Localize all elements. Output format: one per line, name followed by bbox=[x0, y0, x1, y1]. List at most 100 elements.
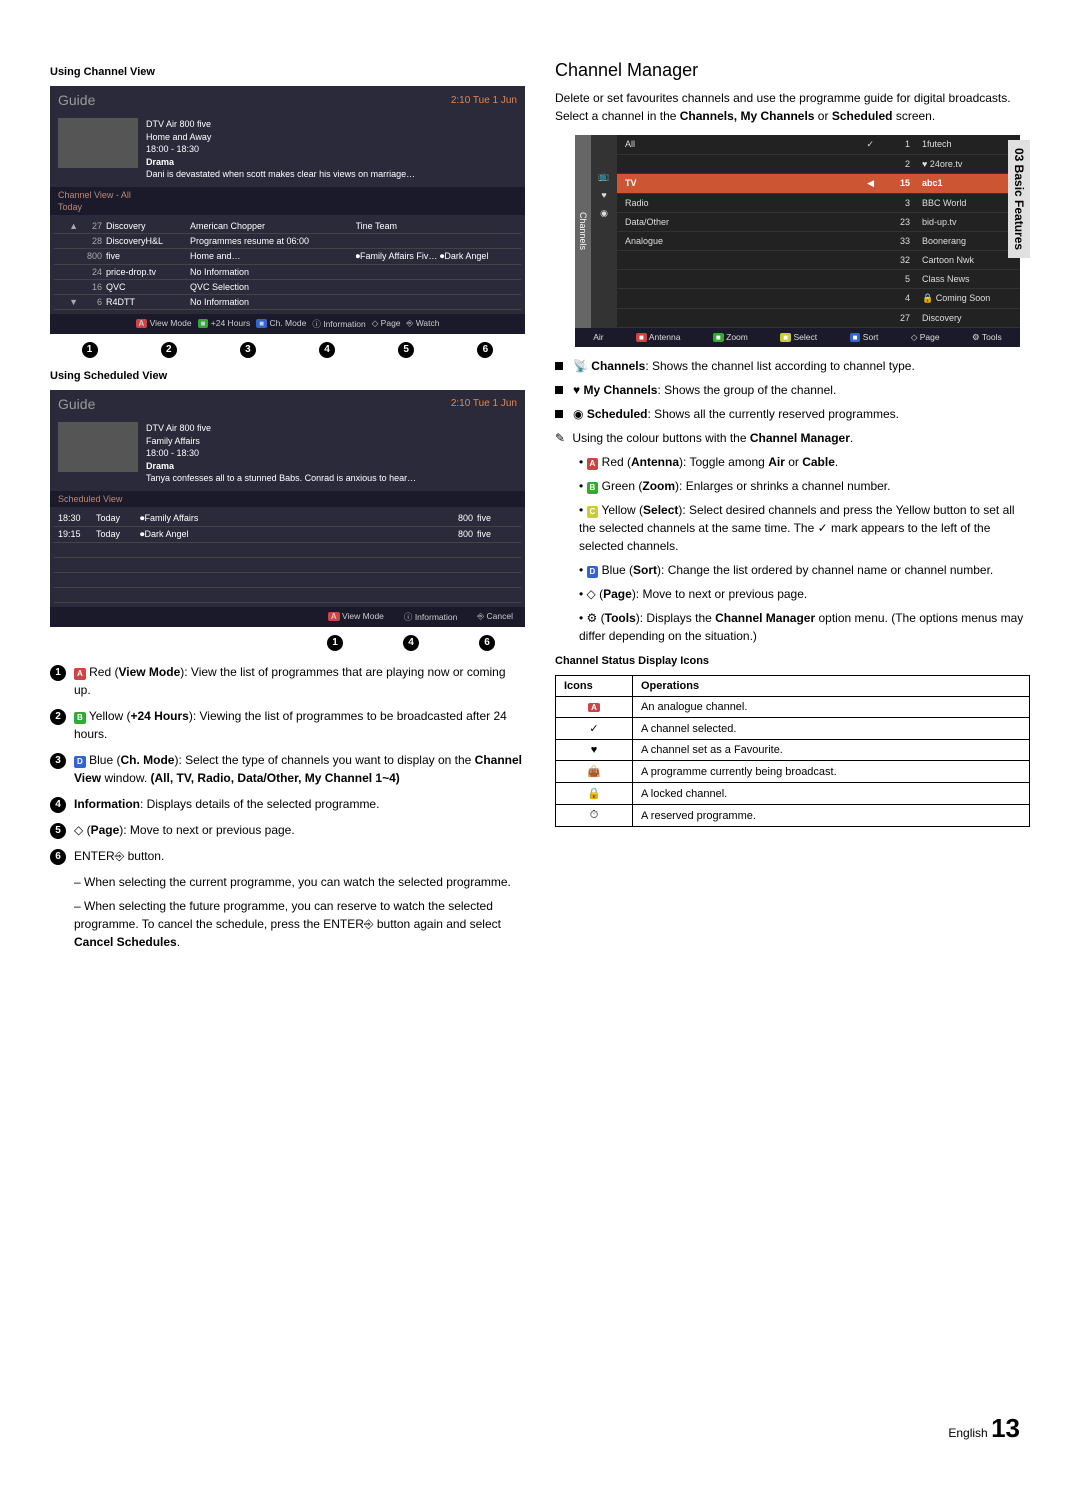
desc-6-sub1: – When selecting the current programme, … bbox=[74, 873, 525, 891]
tools-icon: ⚙ bbox=[972, 332, 980, 342]
sched-row[interactable]: 19:15Today⏺Dark Angel800five bbox=[54, 527, 521, 543]
callout-6: 6 bbox=[477, 342, 493, 358]
heart-icon: ♥ bbox=[556, 740, 633, 761]
bullet-mychannels: ♥ My Channels: Shows the group of the ch… bbox=[555, 381, 1030, 399]
desc-6: 6 ENTER⎆ button. bbox=[50, 847, 525, 865]
preview-info: DTV Air 800 five Family Affairs 18:00 - … bbox=[146, 422, 416, 485]
cm-row[interactable]: 2♥ 24ore.tv bbox=[617, 155, 1020, 174]
cb-tools: ⚙ (Tools): Displays the Channel Manager … bbox=[579, 609, 1030, 645]
callout-4: 4 bbox=[319, 342, 335, 358]
intro-text: Delete or set favourites channels and us… bbox=[555, 89, 1030, 125]
desc-3: 3 D Blue (Ch. Mode): Select the type of … bbox=[50, 751, 525, 787]
enter-icon: ⎆ bbox=[115, 849, 125, 863]
callout-row: 1 2 3 4 5 6 bbox=[50, 342, 525, 358]
cm-row[interactable]: 5Class News bbox=[617, 270, 1020, 289]
sched-row[interactable]: 18:30Today⏺Family Affairs800five bbox=[54, 511, 521, 527]
red-btn-icon: A bbox=[328, 612, 340, 621]
green-btn-icon: B bbox=[587, 482, 599, 494]
channel-grid: ▲27DiscoveryAmerican ChopperTine Team 28… bbox=[50, 215, 525, 314]
cm-sidebar-label: Channels bbox=[575, 135, 591, 328]
cm-row[interactable]: 27Discovery bbox=[617, 309, 1020, 328]
broadcast-icon: 👜 bbox=[556, 761, 633, 783]
yellow-btn-icon: ■ bbox=[780, 333, 791, 342]
side-tab: 03 Basic Features bbox=[1008, 140, 1030, 258]
tools-icon: ⚙ bbox=[587, 611, 598, 625]
note-line: Using the colour buttons with the Channe… bbox=[555, 429, 1030, 447]
red-btn-icon: A bbox=[136, 319, 148, 328]
table-row: ✓A channel selected. bbox=[556, 718, 1030, 740]
table-row: AAn analogue channel. bbox=[556, 697, 1030, 718]
sched-row-empty bbox=[54, 558, 521, 573]
channel-row[interactable]: 16QVCQVC Selection bbox=[54, 280, 521, 295]
cm-row[interactable]: Radio3BBC World bbox=[617, 194, 1020, 213]
green-btn-icon: ■ bbox=[198, 319, 209, 328]
preview-line: 18:00 - 18:30 bbox=[146, 447, 416, 460]
preview-line: Family Affairs bbox=[146, 435, 416, 448]
table-row: ⏱A reserved programme. bbox=[556, 805, 1030, 827]
page-icon: ◇ bbox=[372, 318, 379, 328]
callout-6: 6 bbox=[479, 635, 495, 651]
cm-row[interactable]: 32Cartoon Nwk bbox=[617, 251, 1020, 270]
callout-4: 4 bbox=[403, 635, 419, 651]
color-bullets: A Red (Antenna): Toggle among Air or Cab… bbox=[579, 453, 1030, 645]
cb-page: ◇ (Page): Move to next or previous page. bbox=[579, 585, 1030, 603]
guide-title: Guide bbox=[58, 396, 95, 412]
channel-row[interactable]: 800fiveHome and…⏺Family Affairs Fiv… ⏺Da… bbox=[54, 249, 521, 265]
channel-row[interactable]: ▲27DiscoveryAmerican ChopperTine Team bbox=[54, 219, 521, 234]
heading-channel-view: Using Channel View bbox=[50, 66, 525, 78]
left-column: Using Channel View Guide 2:10 Tue 1 Jun … bbox=[50, 60, 525, 957]
page-icon: ◇ bbox=[74, 823, 83, 837]
heart-icon: ♥ bbox=[573, 383, 580, 397]
callout-3: 3 bbox=[240, 342, 256, 358]
cm-row-selected[interactable]: TV◀15abc1 bbox=[617, 174, 1020, 194]
cm-row[interactable]: 4🔒 Coming Soon bbox=[617, 289, 1020, 309]
channel-row[interactable]: 24price-drop.tvNo Information bbox=[54, 265, 521, 280]
callout-1: 1 bbox=[327, 635, 343, 651]
info-icon: ⓘ bbox=[404, 612, 413, 622]
lock-icon: 🔒 bbox=[556, 783, 633, 805]
guide-time: 2:10 Tue 1 Jun bbox=[451, 95, 517, 106]
clock-icon: ◉ bbox=[573, 407, 583, 421]
desc-6-sub2: – When selecting the future programme, y… bbox=[74, 897, 525, 951]
analogue-icon: A bbox=[588, 703, 600, 712]
preview-line: Drama bbox=[146, 460, 416, 473]
page-number: English 13 bbox=[948, 1413, 1020, 1444]
blue-btn-icon: ■ bbox=[850, 333, 861, 342]
preview-thumb bbox=[58, 118, 138, 168]
channels-icon: 📡 bbox=[573, 359, 588, 373]
channel-row[interactable]: ▼6R4DTTNo Information bbox=[54, 295, 521, 310]
title-channel-manager: Channel Manager bbox=[555, 60, 1030, 81]
preview-info: DTV Air 800 five Home and Away 18:00 - 1… bbox=[146, 118, 415, 181]
preview-line: DTV Air 800 five bbox=[146, 118, 415, 131]
guide-channel-view: Guide 2:10 Tue 1 Jun DTV Air 800 five Ho… bbox=[50, 86, 525, 334]
desc-1: 1 A Red (View Mode): View the list of pr… bbox=[50, 663, 525, 699]
preview-line: DTV Air 800 five bbox=[146, 422, 416, 435]
channel-row[interactable]: 28DiscoveryH&LProgrammes resume at 06:00 bbox=[54, 234, 521, 249]
guide-legend: A View Mode ⓘ Information ⎆ Cancel bbox=[50, 607, 525, 627]
tv-icon: 📺 bbox=[598, 171, 609, 182]
enter-icon: ⎆ bbox=[364, 917, 374, 931]
callout-row-sv: 1 4 6 bbox=[50, 635, 525, 651]
blue-btn-icon: D bbox=[587, 566, 599, 578]
scheduled-grid: 18:30Today⏺Family Affairs800five 19:15To… bbox=[50, 507, 525, 607]
cm-row[interactable]: Analogue33Boonerang bbox=[617, 232, 1020, 251]
bullet-scheduled: ◉ Scheduled: Shows all the currently res… bbox=[555, 405, 1030, 423]
grid-header: Channel View - All Today bbox=[50, 187, 525, 215]
th-operations: Operations bbox=[633, 676, 1030, 697]
cb-yellow: C Yellow (Select): Select desired channe… bbox=[579, 501, 1030, 555]
callout-5: 5 bbox=[398, 342, 414, 358]
cm-row[interactable]: All✓11futech bbox=[617, 135, 1020, 155]
channel-manager-screenshot: Channels 📺 ♥ ◉ All✓11futech 2♥ 24ore.tv … bbox=[575, 135, 1020, 347]
preview-line: Drama bbox=[146, 156, 415, 169]
cm-legend: Air ■ Antenna ■ Zoom ■ Select ■ Sort ◇ P… bbox=[575, 328, 1020, 347]
cm-row[interactable]: Data/Other23bid-up.tv bbox=[617, 213, 1020, 232]
check-icon: ✓ bbox=[556, 718, 633, 740]
guide-legend: A View Mode ■ +24 Hours ■ Ch. Mode ⓘ Inf… bbox=[50, 314, 525, 334]
callout-1: 1 bbox=[82, 342, 98, 358]
preview-thumb bbox=[58, 422, 138, 472]
cb-blue: D Blue (Sort): Change the list ordered b… bbox=[579, 561, 1030, 579]
table-row: 🔒A locked channel. bbox=[556, 783, 1030, 805]
heading-status-icons: Channel Status Display Icons bbox=[555, 655, 1030, 667]
guide-scheduled-view: Guide 2:10 Tue 1 Jun DTV Air 800 five Fa… bbox=[50, 390, 525, 627]
sched-row-empty bbox=[54, 588, 521, 603]
